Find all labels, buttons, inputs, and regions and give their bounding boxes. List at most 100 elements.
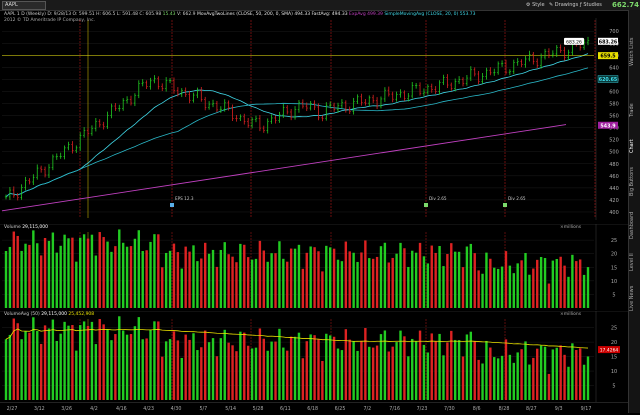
style-button[interactable]: ⚙ Style — [526, 1, 545, 9]
volume-bar — [184, 246, 187, 308]
volume-bar — [211, 338, 215, 400]
volume-bar — [266, 350, 269, 400]
volume-bar — [485, 252, 488, 308]
volume-bar — [39, 255, 43, 308]
volume-bar — [352, 341, 355, 400]
price-chart-svg[interactable]: 7006806606406206005805605405205004804604… — [0, 18, 628, 220]
volume-bar — [528, 364, 531, 400]
volume-bar — [110, 251, 113, 308]
ema-line — [1, 124, 567, 212]
dividend-icon — [503, 203, 507, 207]
volume-bar — [489, 347, 492, 400]
volume-bar — [543, 346, 547, 400]
volume-bar — [414, 252, 418, 308]
volume-bar — [524, 252, 527, 308]
volume-bar — [485, 340, 488, 400]
last-price: 662.74 — [612, 1, 640, 9]
symbol-input[interactable]: AAPL — [2, 1, 46, 10]
volume-bar — [172, 243, 176, 308]
volume-bar — [551, 349, 555, 400]
price-tick-label: 460 — [609, 174, 619, 180]
volume-bar — [520, 260, 523, 308]
volume-bar — [559, 256, 562, 308]
sidebar-tab-watch-lists[interactable]: Watch Lists — [629, 22, 640, 82]
volume-bar — [438, 245, 441, 308]
study-legend: AAPL 1 D (Weekly) D: 9/28/13 O: 599.51 H… — [4, 11, 475, 18]
volume-bar — [106, 329, 109, 400]
volume-bar — [114, 334, 117, 400]
volume-bar — [145, 338, 148, 400]
volume-bar — [453, 339, 457, 400]
sidebar-tab-live-news[interactable]: Live News — [629, 281, 640, 315]
volume-tick-label: 15 — [611, 265, 617, 271]
volume-bar — [586, 267, 590, 308]
volume-bar — [12, 231, 16, 308]
volume-bar — [293, 336, 297, 400]
event-label: EPS 12.3 — [175, 196, 194, 201]
volume-bar — [352, 252, 355, 308]
study-legend-value: 553.73 — [459, 12, 476, 17]
volume-bar — [477, 270, 480, 308]
volume-avg-panel[interactable]: VolumeAvg (50) 29,115,000 25,452,908 ×mi… — [0, 310, 628, 402]
price-chart-panel[interactable]: 2012 © TD Ameritrade IP Company, Inc. 70… — [0, 18, 628, 220]
volume-bar — [39, 343, 43, 400]
volume-bar — [161, 356, 164, 400]
volume-bar — [250, 259, 254, 308]
sidebar-tab-trade[interactable]: Trade — [629, 90, 640, 130]
volume-avg-units: ×millions — [560, 312, 582, 317]
volume-bar — [411, 250, 414, 308]
volume-bar — [426, 263, 430, 308]
volume-avg-chart-svg[interactable]: 25 20 15 10 5 17.4264 — [0, 310, 628, 402]
volume-bar — [473, 341, 476, 400]
volume-bar — [67, 238, 70, 308]
studies-button[interactable]: ƒ Studies — [580, 1, 602, 9]
price-tick-label: 560 — [609, 114, 619, 120]
study-legend-item[interactable]: SimpleMovingAvg (CLOSE, 20, 0) — [384, 12, 458, 17]
volume-bar — [200, 347, 203, 400]
sidebar-tab-chart[interactable]: Chart — [629, 135, 640, 157]
volume-bar — [114, 246, 117, 308]
volume-bar — [532, 268, 535, 308]
volume-bar — [157, 234, 160, 308]
volume-bar — [79, 325, 82, 400]
ohlc-readout: D: 9/28/13 O: 599.51 H: 606.5 L: 591.48 … — [47, 12, 162, 17]
sidebar-tab-dashboard[interactable]: Dashboard — [629, 207, 640, 243]
study-legend-item[interactable]: ExpAvg — [349, 12, 366, 17]
volume-bar — [246, 257, 250, 308]
drawings-button[interactable]: ✎ Drawings — [549, 1, 578, 9]
volume-bar — [63, 321, 66, 400]
volume-bar — [305, 341, 308, 400]
volume-bar — [71, 325, 74, 400]
volume-bar — [188, 251, 191, 308]
volume-bar — [489, 258, 492, 308]
volume-bar — [321, 271, 324, 308]
volume-bar — [98, 319, 101, 400]
time-tick-label: 6/11 — [280, 406, 291, 412]
volume-tick-label: 10 — [611, 369, 617, 375]
volume-chart-svg[interactable]: 25 20 15 10 5 — [0, 223, 628, 310]
study-legend-item[interactable]: MovAvgTwoLines (CLOSE, 50, 200, 0, SMA) — [197, 12, 293, 17]
volume-bar — [321, 360, 324, 400]
volume-panel[interactable]: Volume 29,115,000 ×millions 25 20 15 10 5 — [0, 223, 628, 310]
price-tick-label: 600 — [609, 89, 619, 95]
volume-bar — [430, 333, 433, 400]
volume-bar — [446, 254, 449, 308]
volume-bar — [94, 255, 98, 308]
volume-bar — [356, 350, 359, 400]
sidebar-tab-big-buttons[interactable]: Big Buttons — [629, 162, 640, 202]
volume-bar — [586, 356, 590, 400]
sidebar-tab-level-ii[interactable]: Level II — [629, 248, 640, 276]
volume-bar — [344, 241, 348, 308]
copyright-text: 2012 © TD Ameritrade IP Company, Inc. — [4, 18, 96, 23]
volume-bar — [403, 336, 406, 400]
volume-bar — [274, 341, 277, 400]
volume-bar — [172, 331, 176, 400]
volume-bar — [102, 324, 105, 400]
volume-bar — [235, 262, 238, 308]
volume-bar — [286, 261, 289, 308]
volume-bar — [110, 340, 113, 400]
change-readout: 15.43 — [162, 12, 176, 17]
volume-tick-label: 20 — [611, 252, 617, 258]
volume-bar — [434, 341, 437, 400]
volume-bar — [215, 356, 219, 400]
